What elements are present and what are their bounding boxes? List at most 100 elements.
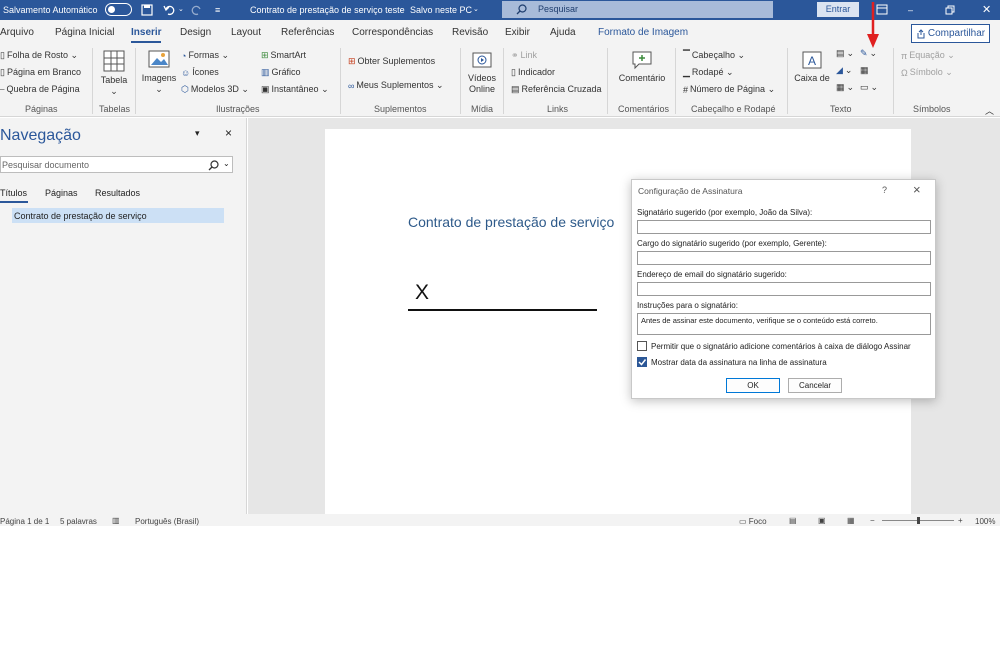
- qat-more-icon[interactable]: ≡: [215, 0, 220, 20]
- signature-line[interactable]: [408, 309, 597, 311]
- nav-close-icon[interactable]: ×: [225, 126, 232, 140]
- autosave-toggle[interactable]: [105, 3, 132, 16]
- print-layout-icon[interactable]: ▣: [818, 516, 826, 525]
- footer-button[interactable]: ▁ Rodapé ⌄: [683, 67, 734, 78]
- page-break-icon: ⎯: [0, 84, 5, 95]
- comment-icon: [632, 51, 652, 70]
- search-icon[interactable]: [208, 160, 219, 171]
- chevron-down-icon[interactable]: ⌄: [473, 0, 479, 20]
- signer-email-input[interactable]: [637, 282, 931, 296]
- blank-page-icon: ▯: [0, 67, 5, 78]
- chevron-down-icon[interactable]: ⌄: [223, 159, 230, 168]
- proofing-icon[interactable]: ▥: [112, 516, 120, 525]
- minimize-icon[interactable]: –: [908, 0, 913, 20]
- tab-inserir[interactable]: Inserir: [131, 27, 162, 38]
- zoom-in-icon[interactable]: +: [958, 516, 963, 525]
- comment-button[interactable]: Comentário: [614, 50, 670, 84]
- images-button[interactable]: Imagens ⌄: [141, 50, 177, 95]
- object-button[interactable]: ▭ ⌄: [860, 82, 878, 93]
- show-date-label[interactable]: Mostrar data da assinatura na linha de a…: [651, 358, 827, 367]
- text-box-button[interactable]: A Caixa de: [793, 50, 831, 84]
- zoom-level[interactable]: 100%: [975, 517, 995, 526]
- nav-tab-titulos[interactable]: Títulos: [0, 188, 27, 198]
- wordart-button[interactable]: ◢ ⌄: [836, 65, 852, 76]
- nav-tab-resultados[interactable]: Resultados: [95, 188, 140, 198]
- web-layout-icon[interactable]: ▦: [847, 516, 855, 525]
- icons-button[interactable]: ☺ Ícones: [181, 67, 219, 78]
- link-button[interactable]: ⚭ Link: [511, 50, 537, 61]
- get-addins-button[interactable]: ⊞ Obter Suplementos: [348, 56, 435, 67]
- document-heading[interactable]: Contrato de prestação de serviço: [408, 214, 614, 230]
- save-icon[interactable]: [141, 4, 153, 16]
- tab-design[interactable]: Design: [180, 27, 211, 38]
- screenshot-button[interactable]: ▣ Instantâneo ⌄: [261, 84, 329, 95]
- tab-ajuda[interactable]: Ajuda: [550, 27, 576, 38]
- nav-heading-item[interactable]: Contrato de prestação de serviço: [12, 208, 224, 223]
- tab-pagina-inicial[interactable]: Página Inicial: [55, 27, 114, 38]
- shapes-button[interactable]: ◔ Formas ⌄: [181, 50, 229, 61]
- nav-tab-paginas[interactable]: Páginas: [45, 188, 78, 198]
- blank-page-button[interactable]: ▯ Página em Branco: [0, 67, 81, 78]
- tab-correspondencias[interactable]: Correspondências: [352, 27, 433, 38]
- tab-formato-imagem[interactable]: Formato de Imagem: [598, 27, 688, 38]
- save-status[interactable]: Salvo neste PC: [410, 0, 472, 20]
- tab-referencias[interactable]: Referências: [281, 27, 334, 38]
- show-date-checkbox[interactable]: [637, 357, 647, 367]
- cancel-button[interactable]: Cancelar: [788, 378, 842, 393]
- tab-layout[interactable]: Layout: [231, 27, 261, 38]
- object-icon: ▭: [860, 82, 869, 93]
- ribbon-divider: [893, 48, 894, 114]
- signer-title-input[interactable]: [637, 251, 931, 265]
- undo-dropdown-icon[interactable]: ⌄: [178, 0, 184, 20]
- tab-exibir[interactable]: Exibir: [505, 27, 530, 38]
- restore-icon[interactable]: [945, 5, 955, 15]
- close-icon[interactable]: ✕: [982, 0, 991, 20]
- drop-cap-button[interactable]: ▦ ⌄: [836, 82, 854, 93]
- symbol-button[interactable]: Ω Símbolo ⌄: [901, 67, 953, 78]
- 3d-models-button[interactable]: ⬡ Modelos 3D ⌄: [181, 84, 249, 95]
- chart-icon: ▥: [261, 67, 270, 78]
- page-number-button[interactable]: # Número de Página ⌄: [683, 84, 775, 95]
- nav-options-icon[interactable]: ▾: [195, 128, 200, 139]
- smartart-button[interactable]: ⊞ SmartArt: [261, 50, 306, 61]
- quick-parts-button[interactable]: ▤ ⌄: [836, 48, 854, 59]
- tab-arquivo[interactable]: Arquivo: [0, 27, 34, 38]
- chart-button[interactable]: ▥ Gráfico: [261, 67, 301, 78]
- redo-icon[interactable]: [191, 4, 203, 16]
- allow-comments-label[interactable]: Permitir que o signatário adicione comen…: [651, 342, 911, 351]
- zoom-slider-thumb[interactable]: [917, 517, 920, 524]
- date-time-button[interactable]: ▦: [860, 65, 871, 76]
- dialog-close-icon[interactable]: ×: [913, 182, 921, 197]
- my-addins-button[interactable]: ∞ Meus Suplementos ⌄: [348, 80, 444, 91]
- read-mode-icon[interactable]: ▤: [789, 516, 797, 525]
- header-button[interactable]: ▔ Cabeçalho ⌄: [683, 50, 745, 61]
- signer-input[interactable]: [637, 220, 931, 234]
- instructions-input[interactable]: Antes de assinar este documento, verifiq…: [637, 313, 931, 335]
- zoom-out-icon[interactable]: −: [870, 516, 875, 525]
- language[interactable]: Português (Brasil): [135, 517, 199, 526]
- allow-comments-checkbox[interactable]: [637, 341, 647, 351]
- equation-button[interactable]: π Equação ⌄: [901, 50, 955, 61]
- collapse-ribbon-icon[interactable]: ︿: [985, 104, 994, 117]
- tab-revisao[interactable]: Revisão: [452, 27, 488, 38]
- images-label: Imagens: [141, 73, 177, 83]
- nav-search-input[interactable]: Pesquisar documento ⌄: [0, 156, 233, 173]
- nav-title: Navegação: [0, 127, 81, 144]
- help-icon[interactable]: ?: [882, 185, 887, 195]
- ribbon-divider: [607, 48, 608, 114]
- group-label-ilustracoes: Ilustrações: [216, 104, 260, 114]
- share-button[interactable]: Compartilhar: [911, 24, 990, 43]
- online-videos-button[interactable]: Vídeos Online: [464, 50, 500, 95]
- cover-page-button[interactable]: ▯ Folha de Rosto ⌄: [0, 50, 78, 61]
- undo-icon[interactable]: [163, 4, 177, 16]
- focus-button[interactable]: ▭ Foco: [739, 517, 767, 526]
- ok-button[interactable]: OK: [726, 378, 780, 393]
- signin-button[interactable]: Entrar: [817, 2, 859, 17]
- search-input[interactable]: Pesquisar: [502, 1, 773, 18]
- table-button[interactable]: Tabela ⌄: [97, 50, 131, 97]
- bookmark-button[interactable]: ▯ Indicador: [511, 67, 555, 78]
- page-break-button[interactable]: ⎯ Quebra de Página: [0, 84, 80, 95]
- word-count[interactable]: 5 palavras: [60, 517, 97, 526]
- page-count[interactable]: Página 1 de 1: [0, 517, 49, 526]
- cross-reference-button[interactable]: ▤ Referência Cruzada: [511, 84, 602, 95]
